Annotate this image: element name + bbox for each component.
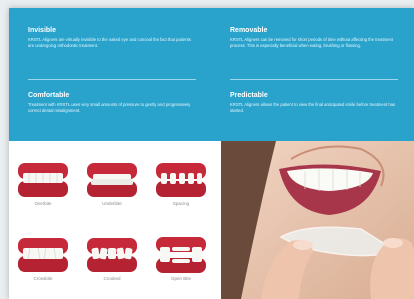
condition-label: Crooked	[103, 276, 121, 281]
condition-label: Crossbite	[33, 276, 53, 281]
teeth-model-icon	[18, 163, 68, 197]
teeth-model-icon	[87, 163, 137, 197]
condition-crossbite: Crossbite	[13, 236, 73, 281]
feature-text: Treatment with KRSTL uses very small amo…	[28, 102, 191, 113]
condition-spacing: Spacing	[151, 161, 211, 206]
condition-label: Underbite	[102, 201, 122, 206]
feature-removable: Removable KRSTL Aligners can be removed …	[230, 27, 398, 49]
divider	[28, 79, 196, 80]
divider	[230, 79, 398, 80]
aligner-photo-illustration	[221, 141, 414, 299]
teeth-model-icon	[18, 238, 68, 272]
feature-comfortable: Comfortable Treatment with KRSTL uses ve…	[28, 92, 196, 114]
feature-title: Invisible	[28, 27, 57, 34]
condition-open-bite: Open Bite	[151, 236, 211, 281]
brochure-page: Invisible KRSTL Aligners are virtually i…	[9, 8, 414, 299]
feature-predictable: Predictable KRSTL Aligners allows the pa…	[230, 92, 398, 114]
feature-invisible: Invisible KRSTL Aligners are virtually i…	[28, 27, 196, 49]
feature-title: Predictable	[230, 92, 268, 99]
malocclusion-grid: Overbite Underbite Spacing Crossbite Cro…	[9, 141, 221, 299]
teeth-model-icon	[156, 237, 206, 273]
condition-label: Overbite	[34, 201, 52, 206]
feature-title: Removable	[230, 27, 268, 34]
condition-overbite: Overbite	[13, 161, 73, 206]
feature-text: KRSTL Aligners are virtually invisible t…	[28, 37, 191, 48]
feature-title: Comfortable	[28, 92, 70, 99]
teeth-model-icon	[87, 238, 137, 272]
feature-text: KRSTL Aligners can be removed for short …	[230, 37, 393, 48]
feature-text: KRSTL Aligners allows the patient to vie…	[230, 102, 396, 113]
condition-label: Spacing	[172, 201, 190, 206]
condition-underbite: Underbite	[82, 161, 142, 206]
condition-label: Open Bite	[170, 276, 191, 281]
condition-crooked: Crooked	[82, 236, 142, 281]
features-banner: Invisible KRSTL Aligners are virtually i…	[9, 8, 414, 141]
smiling-woman-photo	[221, 141, 414, 299]
teeth-model-icon	[156, 163, 206, 197]
